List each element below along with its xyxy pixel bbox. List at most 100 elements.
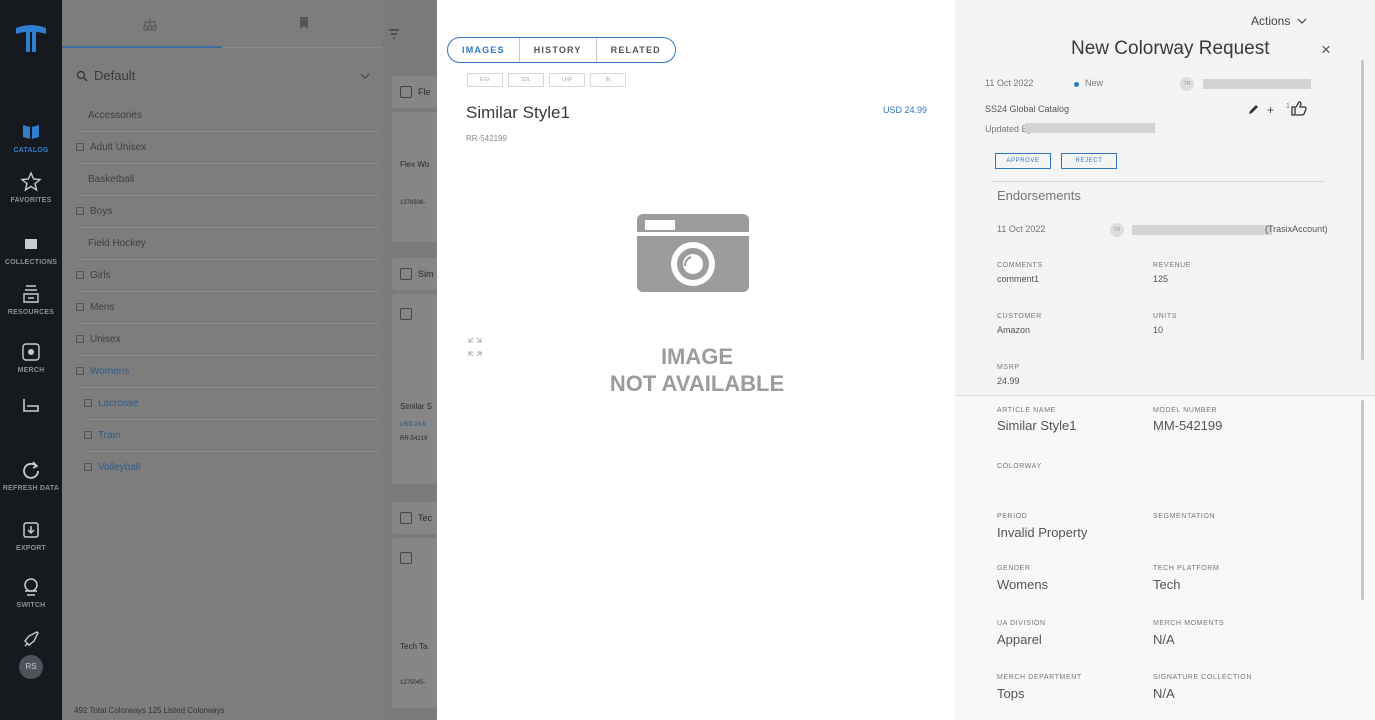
- scrollbar[interactable]: [1361, 60, 1364, 360]
- style-title: Similar Style1: [466, 103, 570, 122]
- like-count: 1: [1286, 103, 1290, 110]
- resources-icon: [23, 285, 39, 303]
- field-label: ARTICLE NAME: [997, 407, 1056, 414]
- endorsement-account: (TrasixAccount): [1265, 224, 1328, 234]
- thumbs-up-icon[interactable]: [1291, 101, 1307, 116]
- tree-item[interactable]: Mens: [76, 292, 380, 324]
- thumbnail[interactable]: EXX: [467, 73, 503, 87]
- list-card[interactable]: Flex Wo 1376936-: [392, 112, 442, 242]
- rail-merch[interactable]: MERCH: [0, 340, 62, 374]
- tree-item-label: Accessories: [88, 110, 142, 121]
- field-value: Invalid Property: [997, 525, 1088, 540]
- expand-icon[interactable]: [76, 303, 84, 311]
- actions-label: Actions: [1251, 14, 1291, 28]
- tree-subitem[interactable]: Train: [84, 420, 380, 452]
- tree-item[interactable]: Accessories: [76, 100, 380, 132]
- tab-history[interactable]: HISTORY: [520, 38, 597, 62]
- folder-icon: [25, 239, 37, 249]
- thumbnail[interactable]: IN: [590, 73, 626, 87]
- list-card-title: Fle: [418, 87, 431, 97]
- expand-icon[interactable]: [84, 431, 92, 439]
- list-card-header[interactable]: Sim: [392, 258, 442, 290]
- field-value: comment1: [997, 274, 1040, 284]
- bookmark-icon[interactable]: [298, 16, 310, 30]
- brand-logo-icon[interactable]: [14, 22, 48, 56]
- hanger-icon: [23, 399, 39, 412]
- tree-item[interactable]: Unisex: [76, 324, 380, 356]
- expand-icon[interactable]: [84, 463, 92, 471]
- field-label: COLORWAY: [997, 463, 1042, 470]
- expand-icon[interactable]: [76, 335, 84, 343]
- tree-item[interactable]: Boys: [76, 196, 380, 228]
- hierarchy-icon[interactable]: [142, 16, 158, 32]
- reject-button[interactable]: REJECT: [1061, 153, 1117, 169]
- list-card-header[interactable]: Tec: [392, 502, 442, 534]
- tree-item-label: Adult Unisex: [90, 142, 147, 153]
- filter-icon[interactable]: [388, 28, 400, 40]
- checkbox[interactable]: [400, 552, 412, 564]
- app-rail: CATALOG FAVORITES COLLECTIONS RESOURCES …: [0, 0, 62, 720]
- tree-search-select[interactable]: Default: [76, 68, 372, 88]
- tree-item[interactable]: Basketball: [76, 164, 380, 196]
- add-icon[interactable]: +: [1267, 103, 1274, 117]
- checkbox[interactable]: [400, 512, 412, 524]
- divider: [991, 181, 1325, 182]
- tree-item[interactable]: Adult Unisex: [76, 132, 380, 164]
- thumbnail[interactable]: LMP: [549, 73, 585, 87]
- tree-item-label: Unisex: [90, 334, 121, 345]
- tab-related[interactable]: RELATED: [597, 38, 675, 62]
- edit-icon[interactable]: [1247, 104, 1259, 116]
- list-card[interactable]: Similar S USD 24.9 RR-54219: [392, 294, 442, 484]
- catalog-tree-panel: Default Accessories Adult Unisex Basketb…: [62, 0, 382, 720]
- checkbox[interactable]: [400, 308, 412, 320]
- rail-export[interactable]: EXPORT: [0, 518, 62, 552]
- tree-item-label: Womens: [90, 366, 130, 377]
- collapse-icon[interactable]: [76, 367, 84, 375]
- tree-item-label: Train: [98, 430, 121, 441]
- rail-collections[interactable]: COLLECTIONS: [0, 232, 62, 266]
- tree-item-label: Mens: [90, 302, 115, 313]
- tree-item[interactable]: Girls: [76, 260, 380, 292]
- rail-catalog[interactable]: CATALOG: [0, 120, 62, 154]
- field-label: SEGMENTATION: [1153, 513, 1216, 520]
- rail-switch[interactable]: SWITCH: [0, 575, 62, 609]
- rail-rocket[interactable]: [0, 627, 62, 651]
- style-preview-panel: IMAGES HISTORY RELATED EXX SDL LMP IN Si…: [437, 0, 955, 720]
- rail-resources[interactable]: RESOURCES: [0, 282, 62, 316]
- list-card-price: USD 24.9: [400, 422, 427, 428]
- tree-subitem[interactable]: Volleyball: [84, 452, 380, 484]
- tree-subitem[interactable]: Lacrosse: [84, 388, 380, 420]
- tree-item[interactable]: Field Hockey: [76, 228, 380, 260]
- list-card-header[interactable]: Fle: [392, 76, 442, 108]
- rail-label: EXPORT: [16, 545, 46, 552]
- expand-icon[interactable]: [467, 336, 483, 358]
- search-icon: [76, 70, 88, 82]
- list-card-title: Tec: [418, 513, 433, 523]
- status-dot: [1074, 82, 1079, 87]
- rail-refresh[interactable]: REFRESH DATA: [0, 458, 62, 492]
- expand-icon[interactable]: [76, 207, 84, 215]
- field-label: MSRP: [997, 364, 1020, 371]
- thumbnail[interactable]: SDL: [508, 73, 544, 87]
- tree-item-womens[interactable]: Womens: [76, 356, 380, 388]
- expand-icon[interactable]: [76, 143, 84, 151]
- actions-menu[interactable]: Actions: [1251, 14, 1307, 28]
- field-label: CUSTOMER: [997, 313, 1042, 320]
- rail-label: CATALOG: [13, 147, 49, 154]
- list-card-title: Sim: [418, 269, 434, 279]
- avatar[interactable]: RS: [19, 655, 43, 679]
- checkbox[interactable]: [400, 86, 412, 98]
- list-card[interactable]: Tech Ta 1275045-: [392, 538, 442, 708]
- expand-icon[interactable]: [84, 399, 92, 407]
- tab-images[interactable]: IMAGES: [448, 38, 520, 62]
- rail-favorites[interactable]: FAVORITES: [0, 170, 62, 204]
- checkbox[interactable]: [400, 268, 412, 280]
- close-button[interactable]: ×: [1321, 40, 1331, 60]
- field-value: Apparel: [997, 632, 1042, 647]
- rail-hanger[interactable]: [0, 393, 62, 417]
- scrollbar[interactable]: [1361, 400, 1364, 600]
- expand-icon[interactable]: [76, 271, 84, 279]
- endorsement-date: 11 Oct 2022: [997, 224, 1046, 234]
- approve-button[interactable]: APPROVE: [995, 153, 1051, 169]
- field-value: 125: [1153, 274, 1169, 284]
